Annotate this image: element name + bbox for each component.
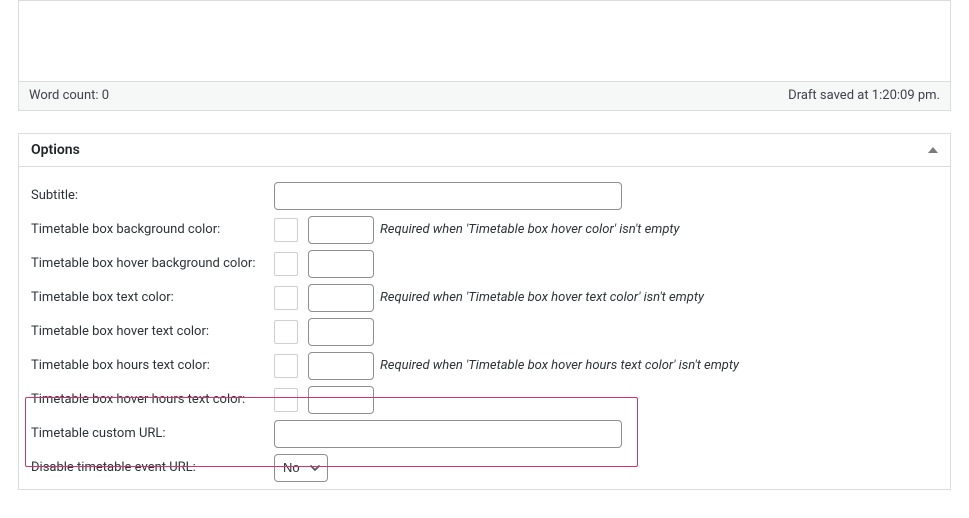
- bg-color-label: Timetable box background color:: [31, 222, 274, 237]
- options-metabox: Options Subtitle: Timetable box backgrou…: [18, 133, 951, 490]
- subtitle-label: Subtitle:: [31, 188, 274, 203]
- editor-status-bar: Word count: 0 Draft saved at 1:20:09 pm.: [19, 81, 950, 110]
- hover-text-row: Timetable box hover text color:: [31, 315, 938, 349]
- custom-url-input[interactable]: [274, 420, 622, 448]
- collapse-icon[interactable]: [928, 147, 938, 153]
- hover-bg-label: Timetable box hover background color:: [31, 256, 274, 271]
- bg-color-swatch[interactable]: [274, 218, 298, 242]
- options-title: Options: [31, 142, 80, 158]
- disable-url-row: Disable timetable event URL: No: [31, 451, 938, 485]
- hover-text-swatch[interactable]: [274, 320, 298, 344]
- hours-text-input[interactable]: [308, 352, 374, 380]
- editor-content-area[interactable]: [19, 1, 950, 81]
- options-header[interactable]: Options: [19, 134, 950, 167]
- hours-text-row: Timetable box hours text color: Required…: [31, 349, 938, 383]
- bg-color-input[interactable]: [308, 216, 374, 244]
- text-color-input[interactable]: [308, 284, 374, 312]
- hover-bg-swatch[interactable]: [274, 252, 298, 276]
- subtitle-row: Subtitle:: [31, 179, 938, 213]
- options-body: Subtitle: Timetable box background color…: [19, 167, 950, 489]
- bg-color-row: Timetable box background color: Required…: [31, 213, 938, 247]
- disable-url-select[interactable]: No: [274, 454, 328, 482]
- editor-metabox: Word count: 0 Draft saved at 1:20:09 pm.: [18, 0, 951, 111]
- hover-hours-input[interactable]: [308, 386, 374, 414]
- text-color-label: Timetable box text color:: [31, 290, 274, 305]
- text-color-hint: Required when 'Timetable box hover text …: [380, 290, 704, 305]
- text-color-row: Timetable box text color: Required when …: [31, 281, 938, 315]
- custom-url-row: Timetable custom URL:: [31, 417, 938, 451]
- hover-text-input[interactable]: [308, 318, 374, 346]
- hours-text-hint: Required when 'Timetable box hover hours…: [380, 358, 739, 373]
- hover-bg-input[interactable]: [308, 250, 374, 278]
- hover-bg-row: Timetable box hover background color:: [31, 247, 938, 281]
- disable-url-label: Disable timetable event URL:: [31, 460, 274, 475]
- bg-color-hint: Required when 'Timetable box hover color…: [380, 222, 680, 237]
- word-count-label: Word count: 0: [29, 86, 109, 106]
- custom-url-label: Timetable custom URL:: [31, 426, 274, 441]
- hours-text-label: Timetable box hours text color:: [31, 358, 274, 373]
- hover-hours-swatch[interactable]: [274, 388, 298, 412]
- hover-text-label: Timetable box hover text color:: [31, 324, 274, 339]
- text-color-swatch[interactable]: [274, 286, 298, 310]
- subtitle-input[interactable]: [274, 182, 622, 210]
- hours-text-swatch[interactable]: [274, 354, 298, 378]
- draft-saved-label: Draft saved at 1:20:09 pm.: [788, 86, 940, 106]
- hover-hours-row: Timetable box hover hours text color:: [31, 383, 938, 417]
- hover-hours-label: Timetable box hover hours text color:: [31, 392, 274, 407]
